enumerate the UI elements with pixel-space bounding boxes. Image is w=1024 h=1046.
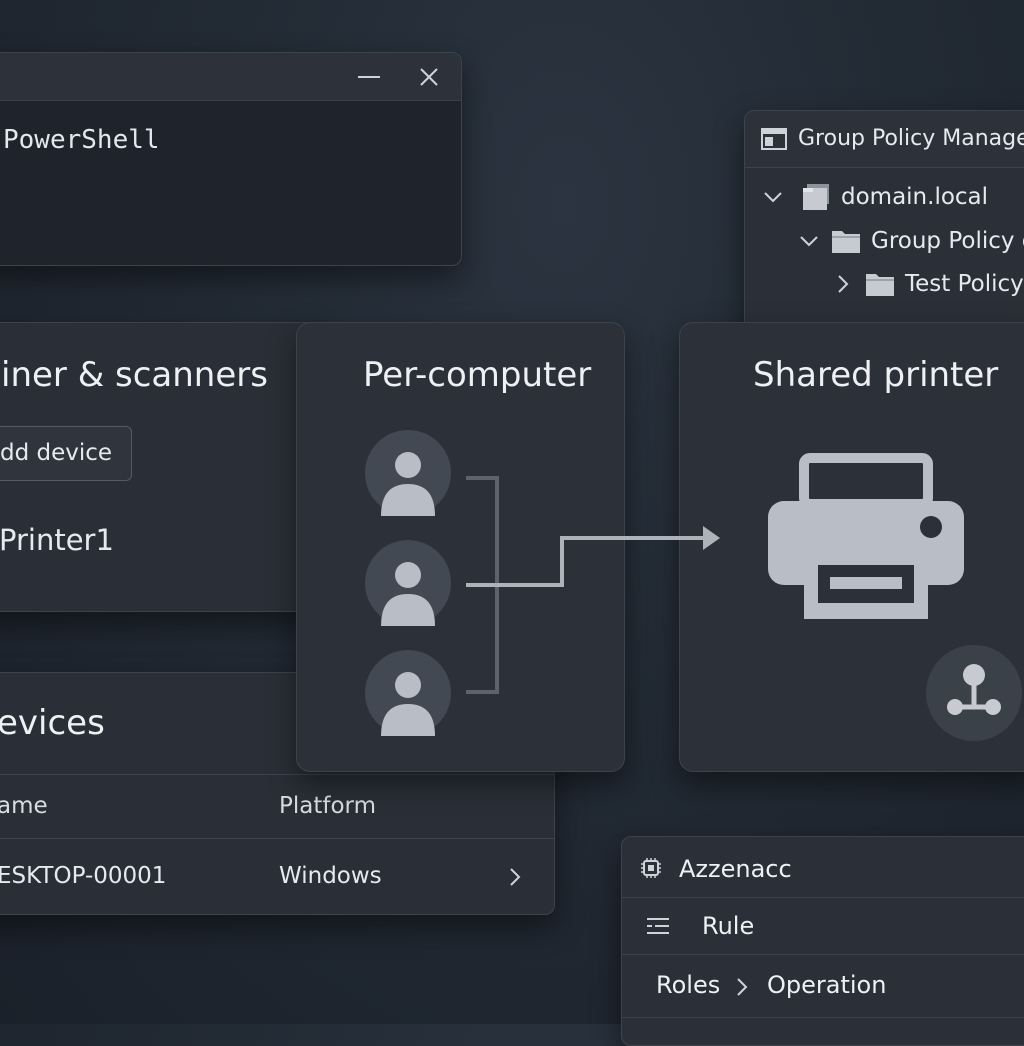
- divider: [0, 774, 554, 775]
- user-avatar: [365, 650, 451, 736]
- close-button[interactable]: [409, 61, 449, 93]
- minimize-button[interactable]: [349, 61, 389, 93]
- rule-row[interactable]: Rule: [622, 898, 1024, 955]
- tree-item-label: Test Policy: [905, 271, 1024, 297]
- printers-title: iner & scanners: [1, 355, 268, 395]
- shared-printer-card: Shared printer: [679, 322, 1024, 772]
- breadcrumb-item-operation[interactable]: Operation: [767, 971, 886, 999]
- column-header-platform[interactable]: Platform: [279, 793, 376, 819]
- folder-icon: [832, 231, 860, 253]
- tree-item-label: Group Policy o: [871, 228, 1024, 254]
- printers-scanners-panel: iner & scanners dd device Printer1: [0, 322, 320, 612]
- user-avatar: [365, 540, 451, 626]
- user-icon: [381, 452, 435, 516]
- chevron-right-icon[interactable]: [831, 272, 855, 296]
- processor-icon: [641, 858, 661, 878]
- tree-item-group-policy[interactable]: Group Policy o: [797, 221, 1024, 261]
- per-computer-title: Per-computer: [363, 355, 592, 395]
- chevron-right-icon[interactable]: [509, 867, 521, 887]
- shared-printer-title: Shared printer: [753, 355, 999, 395]
- azzenacc-panel: Azzenacc Rule Roles Operation: [621, 836, 1024, 1046]
- table-row[interactable]: ESKTOP-00001 Windows: [0, 839, 554, 914]
- tree-item-label: domain.local: [841, 184, 989, 210]
- breadcrumb: Roles Operation: [622, 955, 1024, 1018]
- chevron-right-icon: [737, 978, 748, 996]
- network-share-badge: [926, 645, 1022, 741]
- tree-item-domain[interactable]: domain.local: [761, 177, 988, 217]
- list-icon: [647, 918, 669, 934]
- printer-icon: [768, 453, 964, 619]
- add-device-label: dd device: [0, 440, 113, 466]
- group-policy-title: Group Policy Manage: [798, 126, 1024, 151]
- printer-item[interactable]: Printer1: [0, 523, 114, 557]
- group-policy-titlebar: Group Policy Manage: [745, 111, 1024, 168]
- folder-icon: [866, 274, 894, 296]
- domain-folder-icon: [803, 184, 829, 210]
- user-icon: [381, 562, 435, 626]
- powershell-title: PowerShell: [3, 125, 160, 155]
- devices-title: evices: [0, 703, 105, 743]
- chevron-down-icon[interactable]: [797, 229, 821, 253]
- device-platform-cell: Windows: [279, 863, 382, 889]
- powershell-titlebar: [0, 53, 461, 101]
- group-policy-window: Group Policy Manage domain.local Group P…: [744, 110, 1024, 338]
- add-device-button[interactable]: dd device: [0, 426, 132, 481]
- tree-item-test-policy[interactable]: Test Policy: [831, 264, 1024, 304]
- minimize-icon: [358, 76, 380, 78]
- user-icon: [381, 672, 435, 736]
- close-icon: [420, 68, 438, 86]
- chevron-down-icon[interactable]: [761, 185, 785, 209]
- column-header-name[interactable]: ame: [0, 793, 48, 819]
- azzenacc-header: Azzenacc: [622, 837, 1024, 898]
- window-app-icon: [761, 128, 787, 150]
- powershell-window: PowerShell: [0, 52, 462, 266]
- rule-label: Rule: [702, 912, 755, 940]
- azzenacc-title: Azzenacc: [679, 855, 792, 883]
- device-name-cell: ESKTOP-00001: [0, 863, 167, 889]
- per-computer-card: Per-computer: [296, 322, 625, 772]
- user-avatar: [365, 430, 451, 516]
- network-share-icon: [947, 664, 1001, 715]
- breadcrumb-item-roles[interactable]: Roles: [656, 971, 720, 999]
